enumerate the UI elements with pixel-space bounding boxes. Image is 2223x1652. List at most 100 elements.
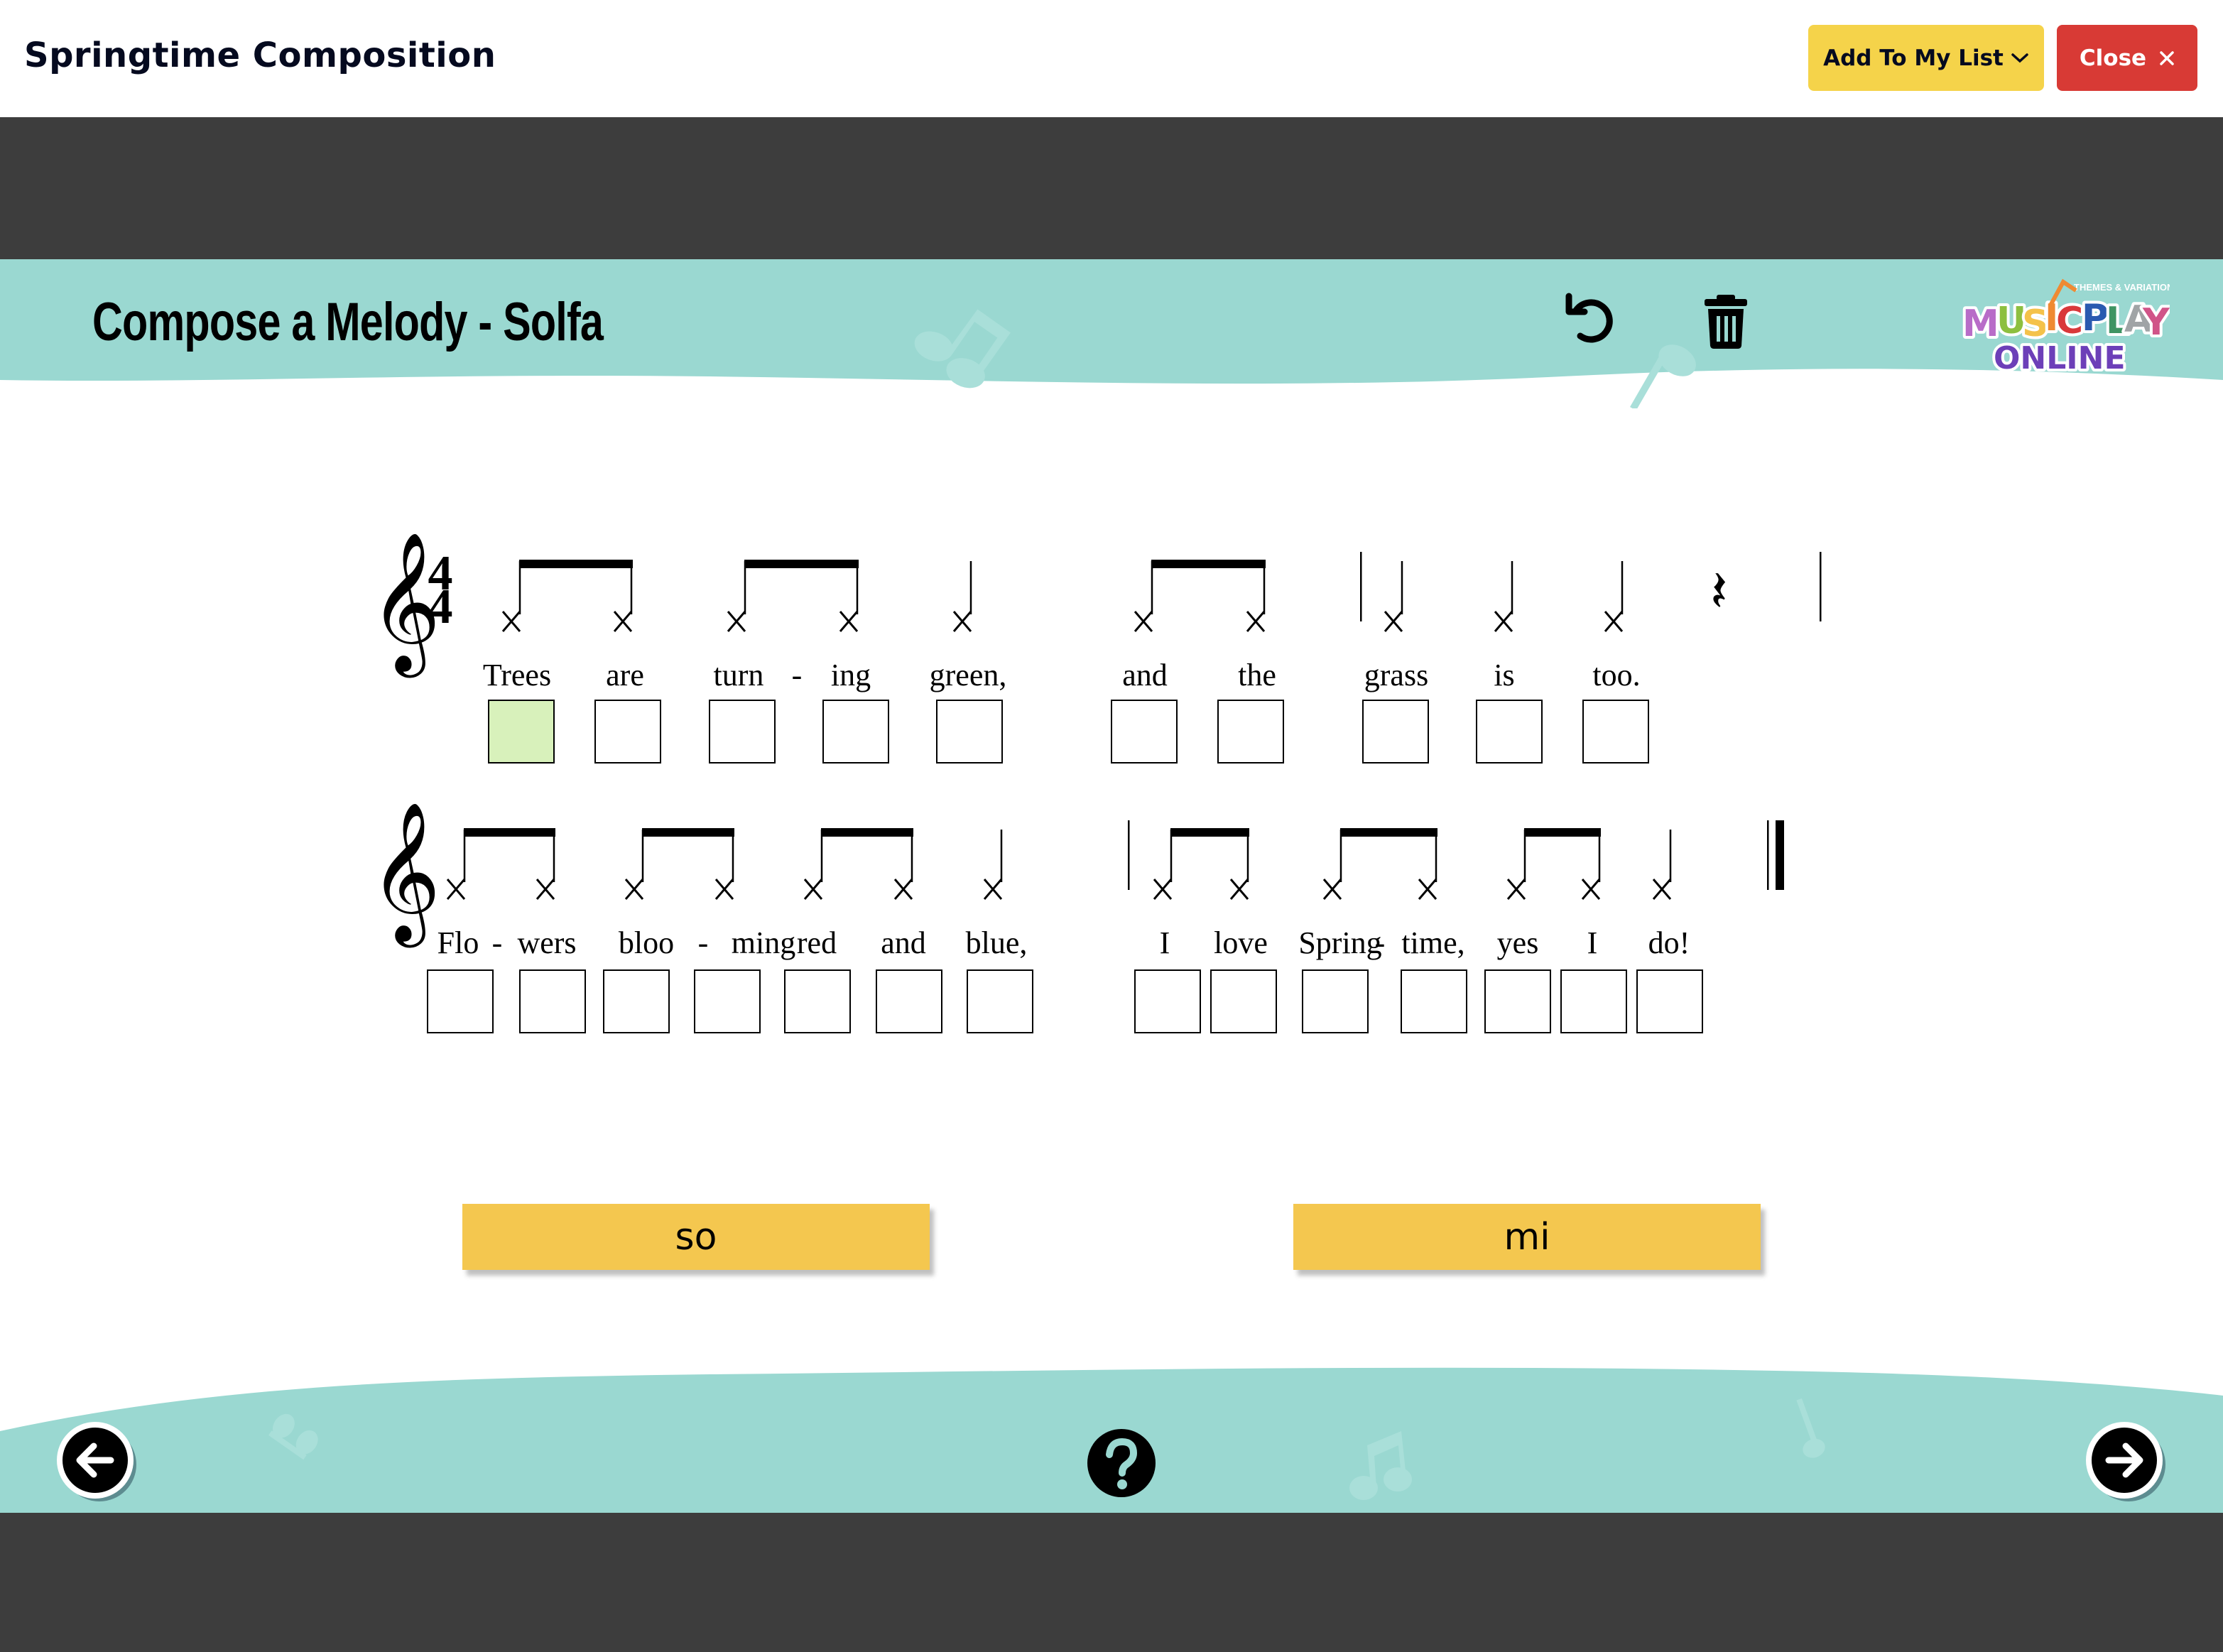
x-notehead [1652, 879, 1672, 900]
barline [1128, 820, 1130, 890]
x-notehead [714, 879, 734, 900]
solfa-answer-box[interactable] [784, 969, 851, 1033]
x-notehead [1506, 879, 1526, 900]
solfa-option-so[interactable]: so [462, 1204, 930, 1270]
solfa-answer-box[interactable] [603, 969, 670, 1033]
x-notehead [727, 611, 746, 632]
previous-button[interactable] [55, 1420, 136, 1501]
lyric-syllable: the [1238, 658, 1276, 692]
solfa-answer-box[interactable] [1476, 700, 1543, 763]
x-notehead [839, 611, 859, 632]
lyric-syllable: are [606, 658, 644, 692]
note-beam [1524, 828, 1601, 837]
lyric-syllable: wers [517, 925, 577, 960]
x-notehead [501, 611, 521, 632]
solfa-answer-box[interactable] [709, 700, 776, 763]
x-notehead [536, 879, 555, 900]
barline [1360, 552, 1362, 621]
barline [1767, 820, 1769, 890]
note-beam [464, 828, 555, 837]
solfa-answer-box[interactable] [1636, 969, 1703, 1033]
solfa-answer-box[interactable] [936, 700, 1003, 763]
x-notehead [1322, 879, 1342, 900]
quarter-rest-icon: 𝄽 [1710, 558, 1727, 624]
note-beam [821, 828, 913, 837]
x-notehead [803, 879, 823, 900]
solfa-answer-box[interactable] [967, 969, 1033, 1033]
barline [1776, 820, 1784, 890]
lyric-syllable: love [1214, 925, 1268, 960]
close-button[interactable]: Close [2057, 25, 2197, 91]
solfa-answer-box[interactable] [427, 969, 494, 1033]
lyric-syllable: yes [1496, 925, 1539, 960]
solfa-answer-box[interactable] [1560, 969, 1627, 1033]
lyric-syllable: blue, [965, 925, 1028, 960]
help-button[interactable] [1087, 1428, 1165, 1506]
lyric-hyphen: - [697, 925, 709, 960]
lyric-syllable: green, [929, 658, 1007, 692]
solfa-answer-box[interactable] [1134, 969, 1201, 1033]
lyric-syllable: turn [713, 658, 764, 692]
app-header: Springtime Composition Add To My List Cl… [0, 0, 2223, 117]
solfa-answer-box[interactable] [876, 969, 942, 1033]
rhythm-score: 𝄞 𝄽 𝄞 4 4 [369, 531, 1822, 947]
lyric-syllable: do! [1648, 925, 1690, 960]
note-beam [642, 828, 734, 837]
note-beam [1340, 828, 1437, 837]
solfa-answer-box[interactable] [1302, 969, 1369, 1033]
add-to-my-list-label: Add To My List [1823, 45, 2004, 71]
activity-stage: Compose a Melody - Solfa THEMES & VARIAT… [0, 259, 2223, 1513]
solfa-answer-box[interactable] [1210, 969, 1277, 1033]
note-beam [519, 560, 633, 568]
staff-line-2: 𝄞 [369, 801, 1784, 947]
x-notehead [1246, 611, 1266, 632]
solfa-answer-box[interactable] [1401, 969, 1467, 1033]
lyric-syllable: too. [1592, 658, 1641, 692]
treble-clef-icon: 𝄞 [369, 801, 440, 947]
add-to-my-list-button[interactable]: Add To My List [1808, 25, 2044, 91]
lyric-syllable: ing [830, 658, 871, 692]
barline [1820, 552, 1822, 621]
x-notehead [1604, 611, 1624, 632]
x-notehead [1384, 611, 1403, 632]
close-label: Close [2079, 45, 2147, 71]
x-notehead [446, 879, 466, 900]
x-notehead [1418, 879, 1437, 900]
x-notehead [1581, 879, 1601, 900]
lyric-hyphen: - [1374, 925, 1386, 960]
solfa-answer-box[interactable] [1484, 969, 1551, 1033]
solfa-answer-box[interactable] [694, 969, 761, 1033]
arrow-left-icon [57, 1422, 136, 1501]
x-notehead [613, 611, 633, 632]
lyric-hyphen: - [491, 925, 503, 960]
question-icon [1087, 1429, 1156, 1497]
lyric-syllable: Trees [482, 658, 552, 692]
lyric-syllable: time, [1401, 925, 1465, 960]
solfa-answer-box[interactable] [1582, 700, 1649, 763]
lyric-syllable: and [881, 925, 926, 960]
lyric-syllable: I [1587, 925, 1598, 960]
lyric-syllable: I [1159, 925, 1170, 960]
solfa-answer-box[interactable] [488, 700, 555, 763]
x-notehead [1494, 611, 1513, 632]
solfa-answer-box[interactable] [594, 700, 661, 763]
arrow-right-icon [2086, 1422, 2165, 1501]
lyric-syllable: red [796, 925, 837, 960]
solfa-answer-box[interactable] [1362, 700, 1429, 763]
solfa-answer-box[interactable] [1111, 700, 1178, 763]
solfa-option-mi[interactable]: mi [1293, 1204, 1761, 1270]
lyric-syllable: Flo [437, 925, 479, 960]
lyric-syllable: is [1494, 658, 1515, 692]
solfa-answer-box[interactable] [519, 969, 586, 1033]
x-notehead [983, 879, 1003, 900]
next-button[interactable] [2085, 1420, 2165, 1501]
lyric-syllable: and [1122, 658, 1168, 692]
x-notehead [952, 611, 972, 632]
lyric-syllable: Spring [1298, 925, 1382, 960]
x-notehead [624, 879, 644, 900]
lyric-syllable: grass [1364, 658, 1429, 692]
app-title: Springtime Composition [24, 36, 496, 75]
solfa-answer-box[interactable] [1217, 700, 1284, 763]
x-notehead [1153, 879, 1173, 900]
solfa-answer-box[interactable] [822, 700, 889, 763]
